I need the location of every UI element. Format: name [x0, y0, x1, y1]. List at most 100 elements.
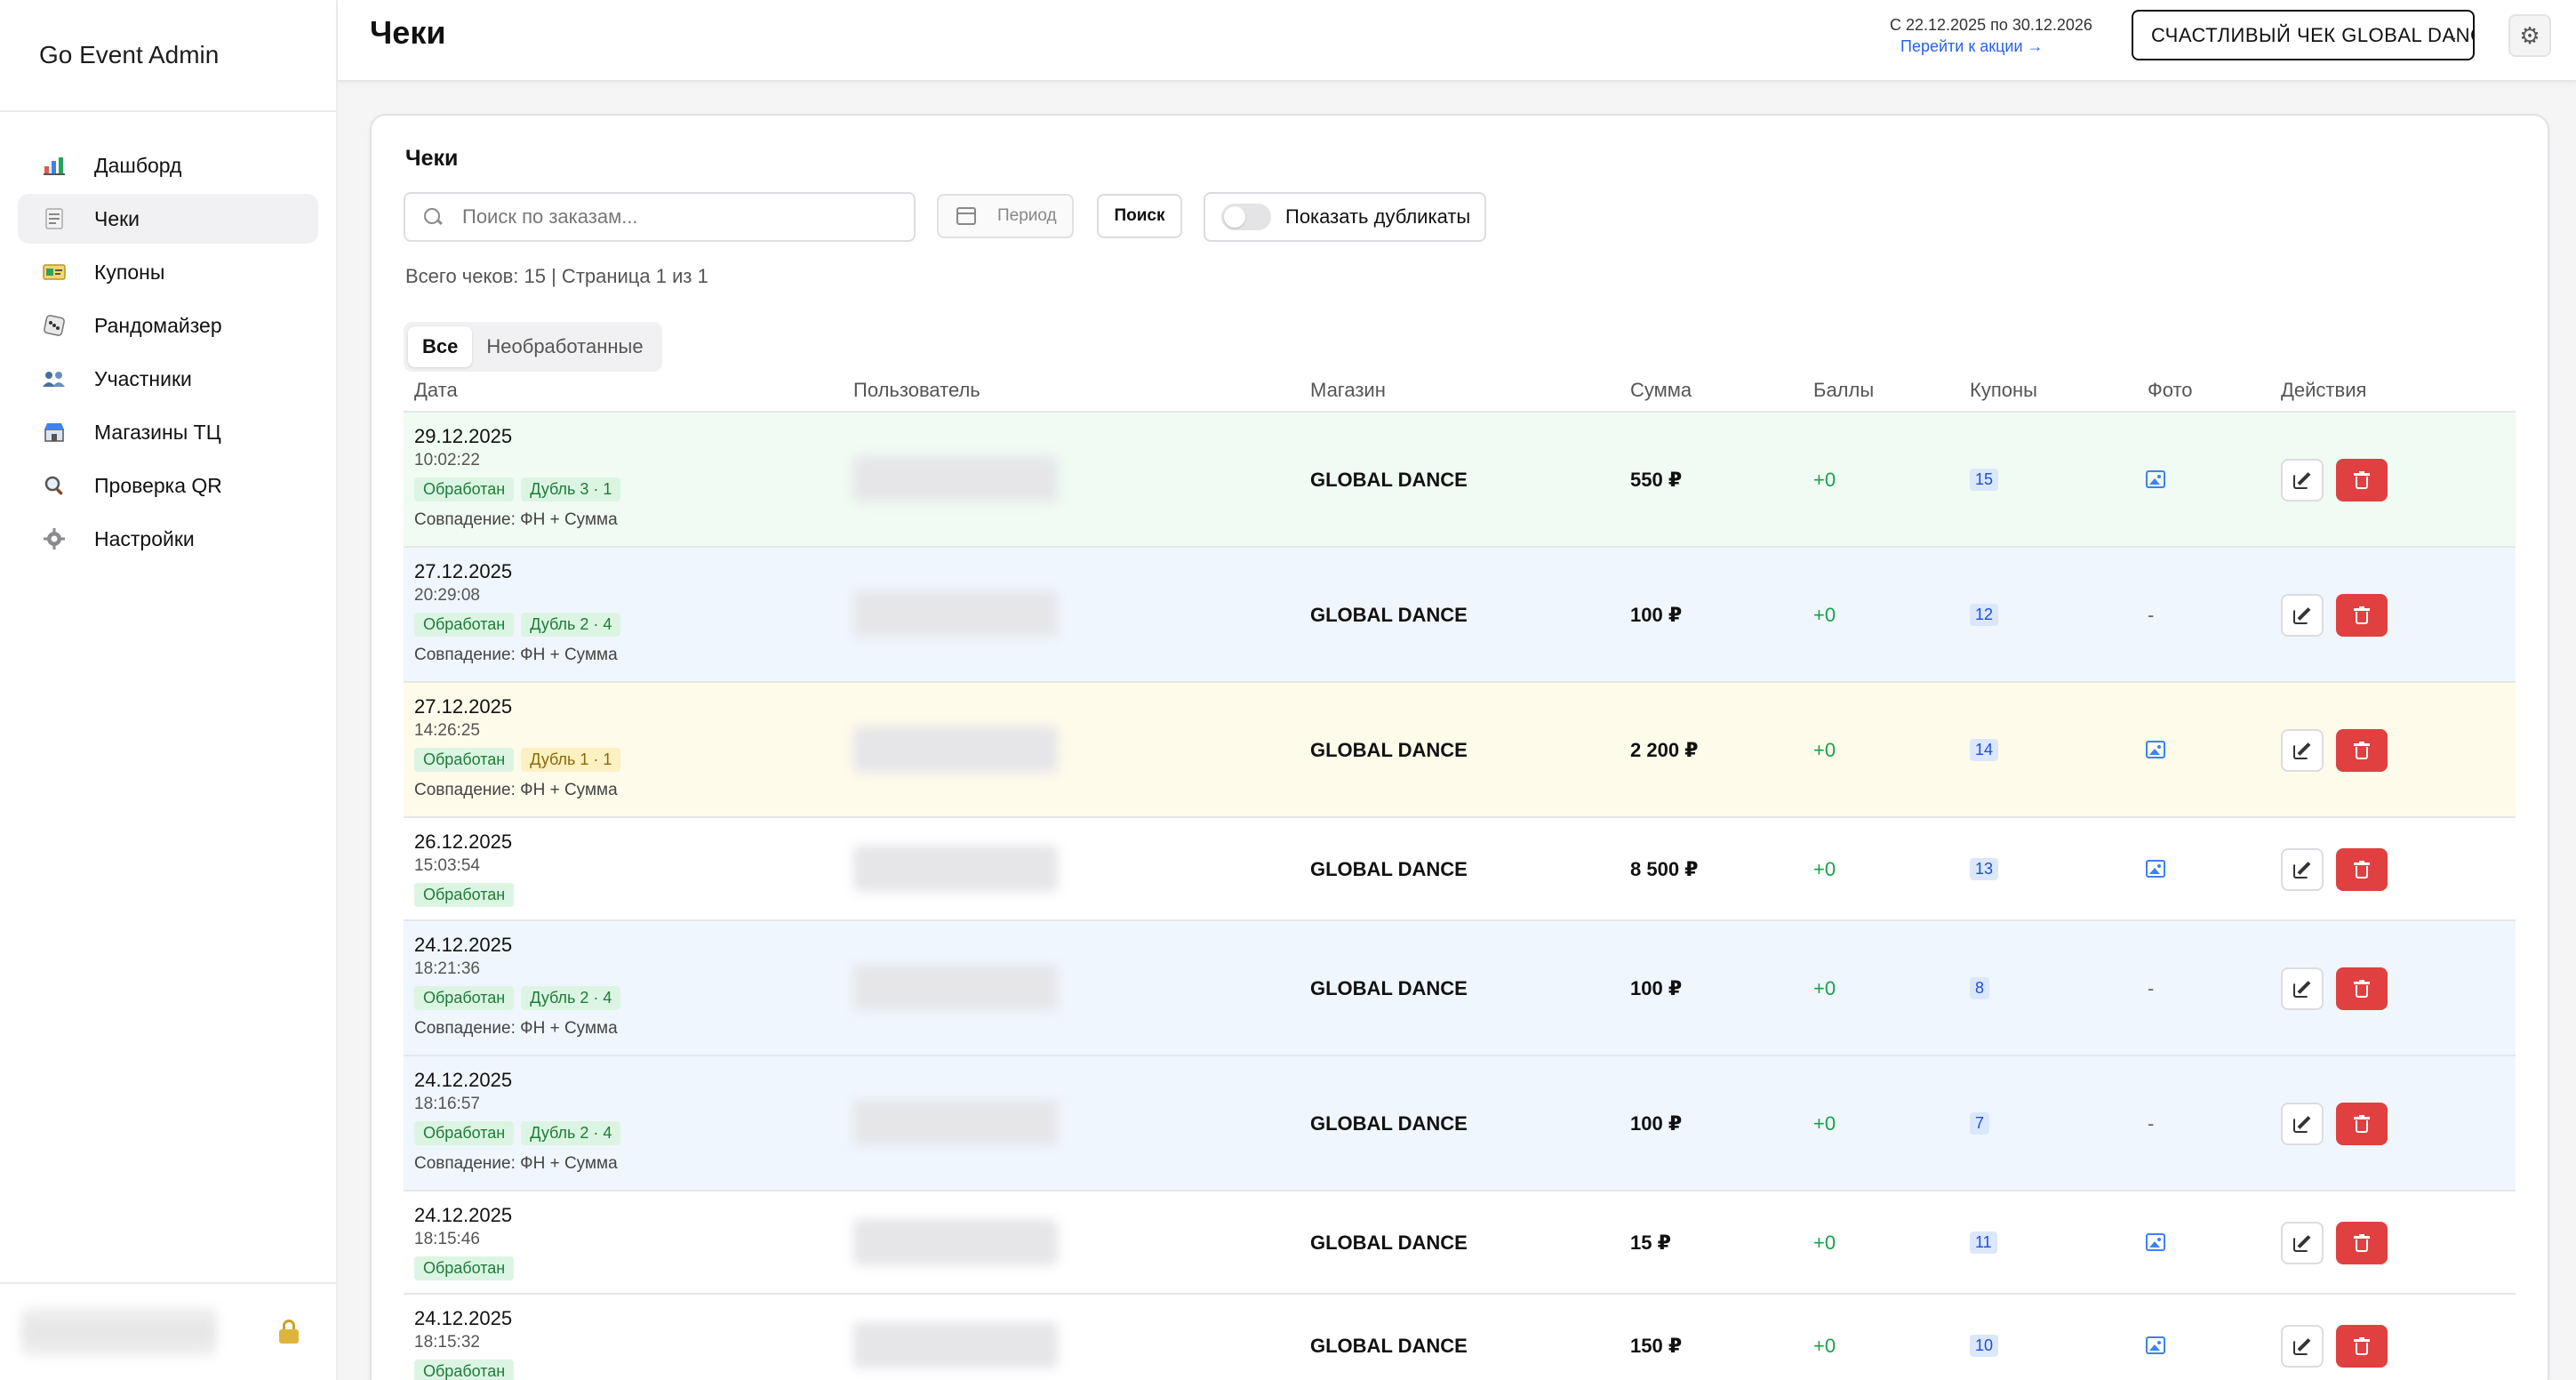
- settings-button[interactable]: ⚙: [2508, 14, 2551, 57]
- edit-button[interactable]: [2281, 1222, 2324, 1264]
- sidebar-item-coupons[interactable]: Купоны: [18, 247, 318, 297]
- coupon-badge[interactable]: 12: [1970, 604, 1999, 626]
- coupon-badge[interactable]: 14: [1970, 739, 1999, 761]
- bar-chart-icon: [39, 153, 69, 178]
- sidebar-item-randomizer[interactable]: Рандомайзер: [18, 301, 318, 350]
- sidebar-item-label: Настройки: [94, 526, 195, 550]
- match-info: Совпадение: ФН + Сумма: [414, 1154, 618, 1173]
- delete-button[interactable]: [2336, 848, 2388, 891]
- edit-button[interactable]: [2281, 1103, 2324, 1145]
- tab-all[interactable]: Все: [408, 326, 473, 367]
- user-cell: [844, 818, 1307, 919]
- coupon-badge[interactable]: 8: [1970, 977, 1990, 999]
- image-icon: [2146, 1233, 2165, 1251]
- photo-link[interactable]: [2146, 741, 2169, 762]
- sidebar-item-qr-check[interactable]: Проверка QR: [18, 461, 318, 510]
- edit-button[interactable]: [2281, 594, 2324, 637]
- coupon-badge[interactable]: 10: [1970, 1335, 1999, 1357]
- receipt-points: +0: [1813, 469, 1836, 491]
- coupon-badge[interactable]: 11: [1970, 1232, 1997, 1254]
- receipt-sum: 550 ₽: [1630, 469, 1683, 491]
- photo-link[interactable]: [2146, 470, 2169, 492]
- tab-unprocessed[interactable]: Необработанные: [472, 326, 657, 367]
- date-cell: 24.12.2025 18:21:36 Обработан Дубль 2 · 4 Со…: [414, 934, 628, 1039]
- sidebar-item-label: Чеки: [94, 206, 140, 230]
- blurred-user: [853, 456, 1058, 502]
- pencil-icon: [2293, 980, 2311, 998]
- sidebar-item-label: Участники: [94, 366, 192, 390]
- coupon-badge[interactable]: 13: [1970, 858, 1999, 880]
- sidebar-item-label: Дашборд: [94, 153, 182, 177]
- show-duplicates-toggle[interactable]: Показать дубликаты: [1204, 192, 1486, 242]
- delete-button[interactable]: [2336, 1103, 2388, 1145]
- col-coupons: Купоны: [1970, 379, 2037, 401]
- user-cell: [844, 1056, 1307, 1190]
- delete-button[interactable]: [2336, 459, 2388, 501]
- coupon-badge[interactable]: 15: [1970, 469, 1999, 491]
- search-input[interactable]: [462, 205, 889, 229]
- edit-button[interactable]: [2281, 967, 2324, 1010]
- receipt-time: 20:29:08: [414, 586, 480, 605]
- date-cell: 24.12.2025 18:16:57 Обработан Дубль 2 · 4 Со…: [414, 1069, 628, 1174]
- blurred-user: [853, 846, 1058, 892]
- receipt-date: 27.12.2025: [414, 560, 513, 582]
- delete-button[interactable]: [2336, 594, 2388, 637]
- trash-icon: [2354, 471, 2370, 489]
- receipt-points: +0: [1813, 1112, 1836, 1135]
- delete-button[interactable]: [2336, 1325, 2388, 1368]
- sidebar-footer: [0, 1282, 336, 1380]
- sidebar-item-stores[interactable]: Магазины ТЦ: [18, 407, 318, 457]
- receipt-points: +0: [1813, 977, 1836, 999]
- lock-icon[interactable]: [279, 1320, 299, 1344]
- coupon-badge[interactable]: 7: [1970, 1112, 1990, 1135]
- user-cell: [844, 548, 1307, 681]
- dice-icon: [39, 313, 69, 338]
- promo-select[interactable]: СЧАСТЛИВЫЙ ЧЕК GLOBAL DANCE ⌄: [2132, 10, 2475, 60]
- edit-button[interactable]: [2281, 1325, 2324, 1368]
- sidebar-item-participants[interactable]: Участники: [18, 354, 318, 404]
- receipt-points: +0: [1813, 858, 1836, 880]
- delete-button[interactable]: [2336, 729, 2388, 772]
- search-button[interactable]: Поиск: [1097, 194, 1182, 238]
- sidebar: Go Event Admin Дашборд Чеки Купоны Рандо…: [0, 0, 338, 1380]
- photo-link[interactable]: [2146, 1233, 2169, 1255]
- photo-link[interactable]: [2146, 1336, 2169, 1358]
- user-profile[interactable]: [21, 1308, 217, 1356]
- page-title: Чеки: [370, 14, 446, 51]
- receipt-sum: 150 ₽: [1630, 1335, 1683, 1357]
- shop-name: GLOBAL DANCE: [1310, 1335, 1468, 1357]
- receipt-points: +0: [1813, 604, 1836, 626]
- table-header: Дата Пользователь Магазин Сумма Баллы Ку…: [404, 373, 2516, 413]
- period-label: Период: [997, 206, 1057, 225]
- table-row: 29.12.2025 10:02:22 Обработан Дубль 3 · 1 Со…: [404, 413, 2516, 548]
- pencil-icon: [2293, 1115, 2311, 1133]
- promo-dates: С 22.12.2025 по 30.12.2026: [1890, 16, 2092, 34]
- col-actions: Действия: [2281, 379, 2367, 401]
- sidebar-item-dashboard[interactable]: Дашборд: [18, 140, 318, 190]
- pencil-icon: [2293, 1234, 2311, 1252]
- period-picker[interactable]: Период: [937, 194, 1074, 238]
- row-actions: [2281, 729, 2388, 772]
- status-badge: Обработан: [414, 1121, 515, 1145]
- receipt-icon: [39, 206, 69, 231]
- image-icon: [2146, 470, 2165, 488]
- delete-button[interactable]: [2336, 967, 2388, 1010]
- calendar-icon: [956, 207, 976, 225]
- photo-link[interactable]: [2146, 860, 2169, 881]
- edit-button[interactable]: [2281, 459, 2324, 501]
- delete-button[interactable]: [2336, 1222, 2388, 1264]
- sidebar-item-label: Рандомайзер: [94, 313, 222, 337]
- toggle-switch[interactable]: [1221, 204, 1271, 230]
- duplicate-badge: Дубль 2 · 4: [521, 613, 621, 637]
- table-row: 24.12.2025 18:21:36 Обработан Дубль 2 · 4 Со…: [404, 921, 2516, 1056]
- user-cell: [844, 683, 1307, 816]
- edit-button[interactable]: [2281, 729, 2324, 772]
- shop-name: GLOBAL DANCE: [1310, 739, 1468, 761]
- edit-button[interactable]: [2281, 848, 2324, 891]
- promo-link[interactable]: Перейти к акции →: [1900, 37, 2044, 56]
- shop-name: GLOBAL DANCE: [1310, 604, 1468, 626]
- sidebar-item-settings[interactable]: Настройки: [18, 514, 318, 564]
- search-field[interactable]: [404, 192, 916, 242]
- pencil-icon: [2293, 1337, 2311, 1355]
- sidebar-item-receipts[interactable]: Чеки: [18, 194, 318, 244]
